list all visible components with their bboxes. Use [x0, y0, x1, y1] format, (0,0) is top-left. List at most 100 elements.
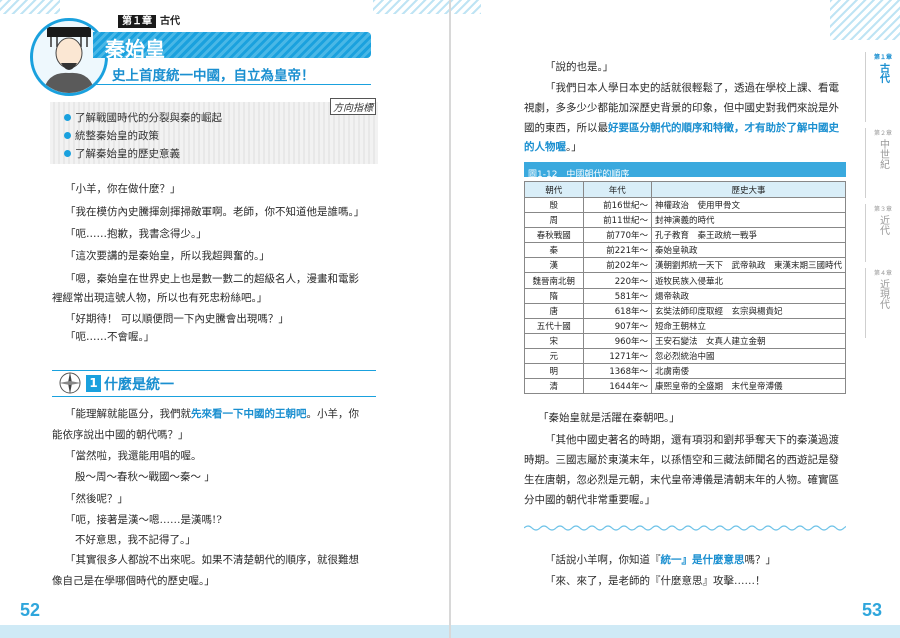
table-row: 宋 960年～ 王安石變法 女真人建立金朝: [524, 332, 847, 349]
table-row: 明 1368年～ 北虜南倭: [524, 363, 847, 380]
period-cell: 1644年～: [582, 378, 652, 395]
dynasty-cell: 元: [524, 347, 584, 365]
dialog-line: 生在唐朝，忽必烈是元朝，末代皇帝溥儀是清朝末年的人物。確實區: [524, 474, 839, 486]
top-right-page-hatch: [830, 0, 900, 40]
side-tab-chapter-4[interactable]: 第４章 近現代: [865, 268, 900, 338]
dynasty-table: 朝代 年代 歷史大事 殷前16世紀～ 神權政治 使用甲骨文周前11世紀～ 封神演義的…: [524, 181, 847, 395]
wavy-divider: [523, 518, 853, 531]
table-row: 周前11世紀～ 封神演義的時代: [524, 212, 847, 229]
period-cell: 1368年～: [582, 363, 652, 380]
table-row: 元 1271年～ 忽必烈統治中國: [524, 347, 847, 365]
dynasty-cell: 清: [524, 378, 584, 395]
dynasty-cell: 明: [524, 363, 584, 380]
chapter-tag: 第１章 古代: [118, 12, 180, 28]
dynasty-cell: 五代十國: [524, 317, 584, 334]
events-cell: 玄奘法師印度取經 玄宗與楊貴妃: [650, 302, 847, 319]
bullet-icon: [64, 150, 71, 157]
dialog-line: 殷～周～春秋～戰國～秦～ 」: [75, 471, 215, 483]
table-row: 清 1644年～ 康熙皇帝的全盛期 末代皇帝溥儀: [524, 378, 847, 395]
figure-caption: 圖1-12 中國朝代的順序: [528, 170, 630, 180]
table-row: 唐 618年～ 玄奘法師印度取經 玄宗與楊貴妃: [524, 302, 847, 319]
table-row: 春秋戰國 前770年～ 孔子教育 秦王政統一戰爭: [524, 227, 847, 244]
dialog-line: 「然後呢？」: [65, 493, 128, 505]
dialog-line: 「其實很多人都說不出來呢。如果不清楚朝代的順序，就很難想: [65, 554, 359, 566]
figure-caption-bar: 圖1-12 中國朝代的順序: [524, 162, 846, 180]
bullet-icon: [64, 132, 71, 139]
events-cell: 神權政治 使用甲骨文: [650, 196, 847, 214]
top-left-hatch: [0, 0, 60, 14]
period-cell: 960年～: [582, 332, 652, 349]
period-cell: 907年～: [582, 317, 652, 334]
dialog-line: 「我們日本人學日本史的話就很輕鬆了，透過在學校上課、看電: [545, 82, 839, 94]
period-cell: 618年～: [582, 302, 652, 319]
events-cell: 康熙皇帝的全盛期 末代皇帝溥儀: [650, 378, 847, 395]
table-header: 年代: [582, 181, 652, 198]
dialog-line: 像自己是在學哪個時代的歷史喔。」: [52, 575, 215, 587]
dynasty-cell: 周: [524, 212, 584, 229]
dialog-line: 國的東西，所以最好要區分朝代的順序和特徵，才有助於了解中國史: [524, 122, 839, 134]
dialog-line: 裡經常出現這號人物，所以也有死忠粉絲吧。」: [52, 292, 268, 304]
page-subtitle: 史上首度統一中國，自立為皇帝！: [112, 68, 315, 84]
events-cell: 短命王朝林立: [650, 317, 847, 334]
dynasty-cell: 春秋戰國: [524, 227, 584, 244]
dialog-line: 「小羊，你在做什麼？」: [65, 183, 181, 195]
events-cell: 秦始皇執政: [650, 242, 847, 259]
bullet-icon: [64, 114, 71, 121]
period-cell: 前16世紀～: [582, 196, 652, 214]
side-tab-chapter-2[interactable]: 第２章 中世紀: [865, 128, 900, 198]
gutter: [449, 0, 451, 638]
dynasty-cell: 殷: [524, 196, 584, 214]
bottom-bar-right: [451, 625, 900, 638]
goal-item: 了解秦始皇的歷史意義: [64, 146, 180, 161]
side-tab-chapter-3[interactable]: 第３章 近代: [865, 204, 900, 262]
bottom-bar-left: [0, 625, 449, 638]
compass-icon: [58, 371, 82, 395]
events-cell: 封神演義的時代: [650, 212, 847, 229]
period-cell: 220年～: [582, 272, 652, 289]
dialog-line: 「當然啦，我還能用唱的喔。: [65, 450, 202, 462]
dynasty-cell: 秦: [524, 242, 584, 259]
dialog-line: 不好意思，我不記得了。」: [75, 534, 196, 546]
section-top-rule: [52, 370, 376, 371]
events-cell: 北虜南倭: [650, 363, 847, 380]
goal-item: 了解戰國時代的分裂與秦的崛起: [64, 110, 222, 125]
table-row: 五代十國 907年～ 短命王朝林立: [524, 317, 847, 334]
section-bottom-rule: [52, 396, 376, 397]
dialog-line: 「其他中國史著名的時期，還有項羽和劉邦爭奪天下的秦漢過渡: [545, 434, 839, 446]
dialog-line: 「好期待！ 可以順便問一下內史騰會出現嗎？」: [65, 313, 289, 325]
events-cell: 煬帝執政: [650, 287, 847, 304]
events-cell: 王安石變法 女真人建立金朝: [650, 332, 847, 349]
table-row: 殷前16世紀～ 神權政治 使用甲骨文: [524, 196, 847, 214]
period-cell: 前221年～: [582, 242, 652, 259]
table-row: 魏晉南北朝 220年～ 遊牧民族入侵華北: [524, 272, 847, 289]
dialog-line: 時期。三國志屬於東漢末年，以孫悟空和三藏法師聞名的西遊記是發: [524, 454, 839, 466]
mid-top-hatch: [451, 0, 481, 14]
side-tab-chapter-1[interactable]: 第１章 古代: [865, 52, 900, 122]
section-title: 什麼是統一: [104, 377, 174, 393]
period-cell: 前202年～: [582, 257, 652, 274]
dynasty-cell: 宋: [524, 332, 584, 349]
dynasty-cell: 唐: [524, 302, 584, 319]
table-header-row: 朝代 年代 歷史大事: [524, 181, 847, 198]
dynasty-cell: 隋: [524, 287, 584, 304]
events-cell: 孔子教育 秦王政統一戰爭: [650, 227, 847, 244]
table-header: 歷史大事: [650, 181, 847, 198]
subtitle-underline: [93, 84, 371, 85]
directive-label: 方向指標: [330, 98, 376, 115]
dialog-line: 「來、來了，是老師的『什麼意思』攻擊……！: [545, 575, 766, 587]
events-cell: 遊牧民族入侵華北: [650, 272, 847, 289]
events-cell: 漢朝劉邦統一天下 武帝執政 東漢末期三國時代: [650, 257, 847, 274]
dialog-line: 「這次要講的是秦始皇，所以我超興奮的。」: [65, 250, 270, 262]
table-row: 隋 581年～ 煬帝執政: [524, 287, 847, 304]
dialog-line: 「呃，接著是漢～嗯……是漢嗎!?: [65, 514, 222, 526]
table-row: 秦前221年～ 秦始皇執政: [524, 242, 847, 259]
events-cell: 忽必烈統治中國: [650, 347, 847, 365]
dialog-line: 「呃……抱歉，我書念得少。」: [65, 228, 207, 240]
dialog-line: 的人物喔。」: [524, 141, 582, 153]
dynasty-cell: 魏晉南北朝: [524, 272, 584, 289]
page-number-left: 52: [20, 600, 41, 620]
dialog-line: 「說的也是。」: [545, 61, 614, 73]
dialog-line: 「我在模仿內史騰揮劍揮掃敵軍啊。老師，你不知道他是誰嗎。」: [65, 206, 365, 218]
page-number-right: 53: [862, 600, 883, 620]
dialog-line: 「話說小羊啊，你知道『統一』是什麼意思嗎？」: [545, 554, 776, 566]
